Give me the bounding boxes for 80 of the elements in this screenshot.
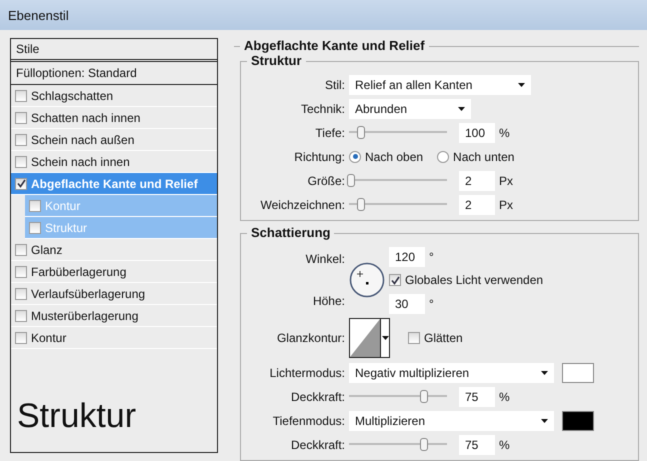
slider-thumb[interactable] <box>346 174 355 187</box>
caption: Struktur <box>17 397 138 436</box>
slider-thumb[interactable] <box>356 198 365 211</box>
radio-button[interactable] <box>349 150 361 162</box>
input-field[interactable]: 2 <box>459 170 495 190</box>
color-swatch[interactable] <box>562 362 594 382</box>
style-item[interactable]: Schlagschatten <box>11 85 217 107</box>
field-label: Winkel: <box>306 252 345 266</box>
caret-icon <box>458 106 465 110</box>
input-field[interactable]: 120 <box>389 246 425 266</box>
input-field[interactable]: 75 <box>459 386 495 406</box>
window-title: Ebenenstil <box>0 0 647 30</box>
style-item[interactable]: Farbüberlagerung <box>11 261 217 283</box>
checkbox[interactable] <box>15 134 27 146</box>
color-swatch[interactable] <box>562 410 594 430</box>
checkbox[interactable] <box>15 112 27 124</box>
panel-header: Stile <box>16 42 40 56</box>
dropdown[interactable]: Multiplizieren <box>349 410 554 430</box>
field-label: Technik: <box>300 102 345 116</box>
style-item[interactable]: Verlaufsüberlagerung <box>11 283 217 305</box>
input-field[interactable]: 100 <box>459 122 495 142</box>
style-item[interactable]: Kontur <box>11 327 217 349</box>
field-label: Glanzkontur: <box>276 331 345 345</box>
slider-thumb[interactable] <box>356 126 365 139</box>
group-title: Struktur <box>247 53 306 68</box>
unit-label: Px <box>499 198 514 212</box>
field-label: Deckkraft: <box>290 390 345 404</box>
unit-label: % <box>499 126 510 140</box>
checkbox-label[interactable]: Globales Licht verwenden <box>405 273 544 287</box>
style-item[interactable]: Schein nach außen <box>11 129 217 151</box>
caret-icon <box>541 418 548 422</box>
radio-label[interactable]: Nach oben <box>365 150 424 164</box>
field-label: Tiefe: <box>314 126 345 140</box>
dropdown[interactable]: Negativ multiplizieren <box>349 362 554 382</box>
checkbox[interactable] <box>15 266 27 278</box>
field-label: Deckkraft: <box>290 438 345 452</box>
checkbox[interactable] <box>15 90 27 102</box>
checkbox[interactable] <box>15 244 27 256</box>
unit-label: % <box>499 390 510 404</box>
checkbox[interactable] <box>408 332 420 344</box>
checkbox[interactable] <box>15 332 27 344</box>
dropdown[interactable]: Relief an allen Kanten <box>349 74 531 94</box>
angle-dial[interactable] <box>349 262 385 298</box>
dropdown[interactable]: Abrunden <box>349 98 471 118</box>
field-label: Stil: <box>324 78 345 92</box>
checkbox[interactable] <box>389 274 401 286</box>
unit-label: ° <box>429 250 434 264</box>
checkbox[interactable] <box>29 222 41 234</box>
unit-label: Px <box>499 174 514 188</box>
unit-label: ° <box>429 296 434 310</box>
slider-thumb[interactable] <box>420 438 428 451</box>
checkbox[interactable] <box>15 178 27 190</box>
style-item[interactable]: Glanz <box>11 239 217 261</box>
field-label: Richtung: <box>293 150 345 164</box>
checkbox-label[interactable]: Glätten <box>424 331 463 345</box>
input-field[interactable]: 30 <box>389 294 425 314</box>
style-item[interactable]: Schatten nach innen <box>11 107 217 129</box>
style-item[interactable]: Musterüberlagerung <box>11 305 217 327</box>
unit-label: % <box>499 438 510 452</box>
caret-icon <box>518 82 525 86</box>
field-label: Höhe: <box>312 294 345 308</box>
caret-icon <box>541 370 548 374</box>
field-label: Weichzeichnen: <box>260 198 345 212</box>
blend-options[interactable]: Fülloptionen: Standard <box>16 66 137 80</box>
slider-thumb[interactable] <box>420 390 428 403</box>
radio-label[interactable]: Nach unten <box>453 150 514 164</box>
checkbox[interactable] <box>15 288 27 300</box>
group-title: Schattierung <box>247 225 334 240</box>
checkbox[interactable] <box>15 310 27 322</box>
field-label: Tiefenmodus: <box>272 414 345 428</box>
input-field[interactable]: 75 <box>459 434 495 454</box>
field-label: Lichtermodus: <box>268 366 345 380</box>
radio-button[interactable] <box>437 150 450 162</box>
caret-icon <box>382 336 388 340</box>
input-field[interactable]: 2 <box>459 194 495 214</box>
checkbox[interactable] <box>15 156 27 168</box>
checkbox[interactable] <box>29 200 41 212</box>
section-title: Abgeflachte Kante und Relief <box>240 38 429 53</box>
field-label: Größe: <box>306 174 345 188</box>
contour-picker[interactable] <box>349 318 390 358</box>
